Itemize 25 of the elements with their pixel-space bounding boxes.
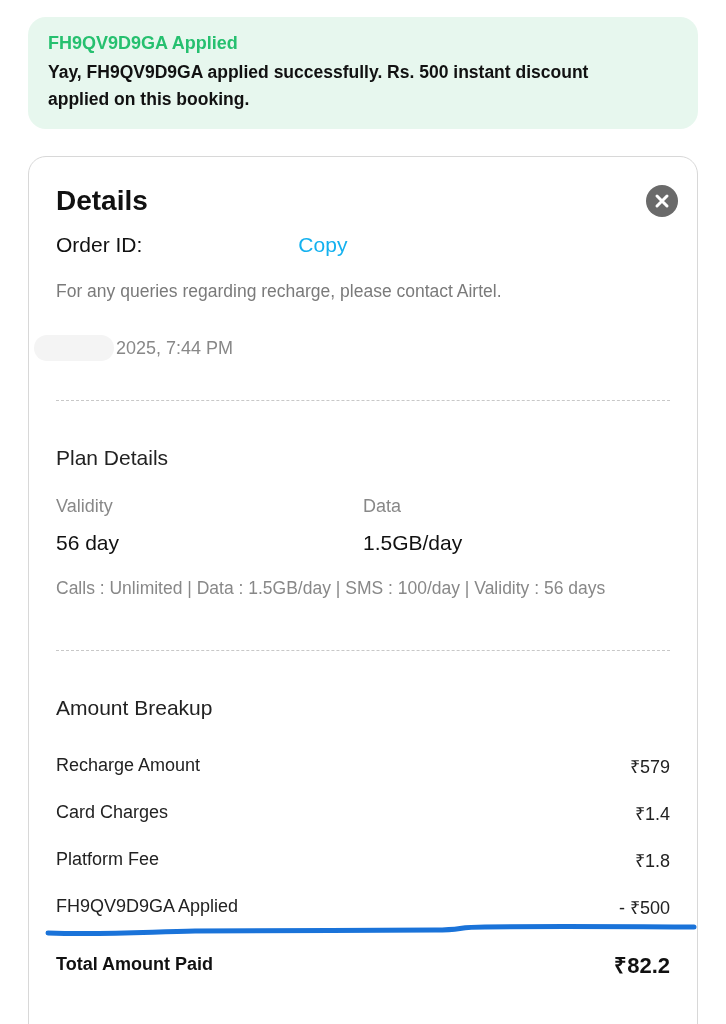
charge-amount: ₹579 [629, 755, 670, 778]
fact-value: 56 day [56, 531, 121, 555]
total-label: Total Amount Paid [56, 953, 213, 975]
charge-amount: ₹1.4 [634, 802, 670, 825]
fact-label: Validity [56, 496, 114, 517]
close-button[interactable] [646, 185, 678, 217]
copy-link[interactable]: Copy [298, 233, 348, 257]
charge-amount: - ₹500 [618, 896, 670, 919]
fact-value: 1.5GB/day [363, 531, 464, 555]
section-title: Plan Details [56, 446, 170, 470]
charge-amount: ₹1.8 [634, 849, 670, 872]
banner-title: FH9QV9D9GA Applied [48, 32, 239, 55]
details-title: Details [56, 185, 148, 217]
charge-label: Platform Fee [56, 849, 160, 870]
fact-label: Data [363, 496, 403, 517]
charge-label: FH9QV9D9GA Applied [56, 896, 239, 917]
order-id-label: Order ID: [56, 233, 143, 257]
total-amount: ₹82.2 [614, 952, 670, 979]
charge-label: Recharge Amount [56, 755, 201, 776]
banner-message: Yay, FH9QV9D9GA applied successfully. Rs. 500 instant discount applied on this booking. [48, 61, 590, 111]
plan-summary: Calls : Unlimited | Data : 1.5GB/day | SMS : 100/day | Validity : 56 days [56, 577, 607, 600]
support-note: For any queries regarding recharge, please contact Airtel. [56, 281, 503, 302]
section-title: Amount Breakup [56, 696, 214, 720]
order-date: 2025, 7:44 PM [116, 337, 234, 359]
charge-label: Card Charges [56, 802, 169, 823]
